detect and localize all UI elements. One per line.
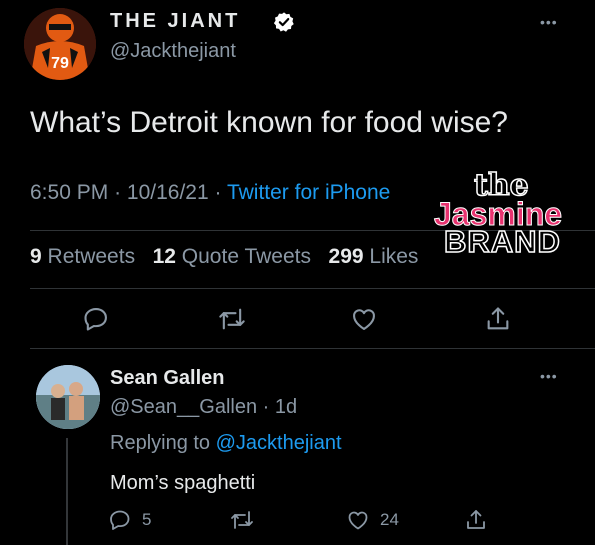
retweet-icon bbox=[231, 511, 253, 529]
retweets-label: Retweets bbox=[47, 245, 136, 268]
avatar[interactable]: 79 bbox=[24, 8, 96, 80]
thread-line bbox=[66, 438, 68, 545]
reply-handle[interactable]: @Sean__Gallen bbox=[110, 396, 257, 418]
watermark-line3: BRAND bbox=[443, 223, 561, 260]
quotes-label: Quote Tweets bbox=[181, 245, 311, 268]
tweet-source[interactable]: Twitter for iPhone bbox=[227, 181, 390, 204]
reply-icon[interactable] bbox=[82, 305, 110, 333]
replying-mention[interactable]: @Jackthejiant bbox=[216, 432, 342, 454]
handle[interactable]: @Jackthejiant bbox=[110, 40, 236, 63]
reply-text: Mom’s spaghetti bbox=[110, 472, 256, 494]
reply-like-button[interactable]: 24 bbox=[346, 508, 399, 532]
share-icon[interactable] bbox=[484, 305, 512, 333]
tweet-text: What’s Detroit known for food wise? bbox=[30, 106, 508, 139]
replying-to: Replying to @Jackthejiant bbox=[110, 432, 342, 455]
retweets-count: 9 bbox=[30, 245, 42, 268]
tweet-time[interactable]: 6:50 PM bbox=[30, 181, 108, 204]
like-icon bbox=[348, 511, 368, 530]
more-icon[interactable]: ••• bbox=[540, 368, 558, 384]
reply-handle-line: @Sean__Gallen · 1d bbox=[110, 396, 297, 419]
likes-stat[interactable]: 299 Likes bbox=[329, 245, 419, 268]
like-count: 24 bbox=[380, 510, 399, 529]
verified-badge-icon bbox=[273, 12, 294, 32]
reply-count: 5 bbox=[142, 510, 152, 529]
meta-separator: · bbox=[114, 181, 127, 204]
watermark-logo: the Jasmine BRAND bbox=[432, 167, 582, 260]
reply-reply-button[interactable]: 5 bbox=[108, 508, 151, 532]
more-icon[interactable]: ••• bbox=[540, 14, 558, 30]
quotes-count: 12 bbox=[152, 245, 176, 268]
like-icon[interactable] bbox=[350, 305, 378, 333]
tweet-meta: 6:50 PM · 10/16/21 · Twitter for iPhone bbox=[30, 181, 390, 205]
meta-separator: · bbox=[214, 181, 227, 204]
retweets-stat[interactable]: 9 Retweets bbox=[30, 245, 135, 268]
reply-age[interactable]: 1d bbox=[275, 396, 297, 418]
tweet-stats: 9 Retweets 12 Quote Tweets 299 Likes bbox=[30, 245, 418, 269]
jersey-number: 79 bbox=[51, 55, 69, 72]
tweet-date[interactable]: 10/16/21 bbox=[127, 181, 209, 204]
likes-label: Likes bbox=[369, 245, 419, 268]
retweet-icon[interactable] bbox=[218, 305, 246, 333]
replying-label: Replying to bbox=[110, 432, 211, 454]
likes-count: 299 bbox=[328, 245, 364, 268]
share-icon bbox=[467, 510, 485, 529]
reply-icon bbox=[110, 510, 130, 530]
reply-share-button[interactable] bbox=[464, 508, 488, 532]
display-name[interactable]: THE JIANT bbox=[110, 10, 240, 33]
reply-display-name[interactable]: Sean Gallen bbox=[110, 367, 225, 390]
quotes-stat[interactable]: 12 Quote Tweets bbox=[153, 245, 311, 268]
meta-separator: · bbox=[262, 396, 275, 418]
reply-retweet-button[interactable] bbox=[230, 508, 254, 532]
reply-avatar[interactable] bbox=[36, 365, 100, 429]
divider bbox=[30, 348, 595, 349]
divider bbox=[30, 288, 595, 289]
